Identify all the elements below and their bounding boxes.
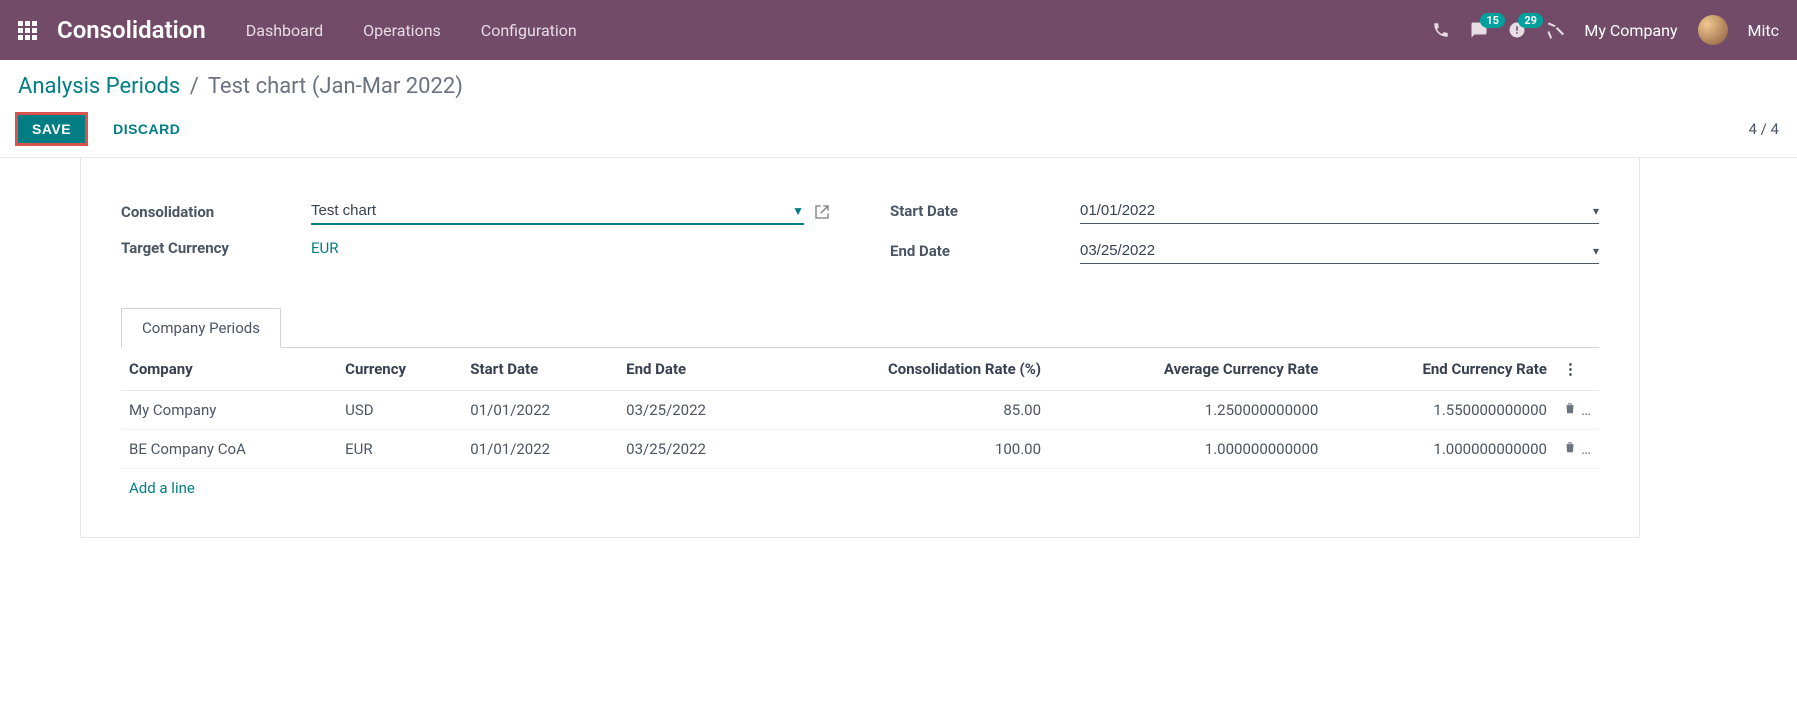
cell-end-date: 03/25/2022 [618,430,774,469]
chevron-down-icon[interactable]: ▾ [1593,244,1599,258]
table-row[interactable]: My CompanyUSD01/01/202203/25/202285.001.… [121,391,1599,430]
cell-avg-rate: 1.250000000000 [1049,391,1326,430]
company-selector[interactable]: My Company [1584,21,1677,40]
phone-icon[interactable] [1432,21,1450,39]
th-company[interactable]: Company [121,348,337,391]
cell-start-date: 01/01/2022 [462,391,618,430]
form-sheet: Consolidation ▼ Target Currency [80,158,1640,538]
start-date-input[interactable] [1080,202,1589,219]
more-icon[interactable]: … [1581,440,1591,458]
activities-icon[interactable]: 29 [1508,21,1526,39]
avatar[interactable] [1698,15,1728,45]
nav-configuration[interactable]: Configuration [481,21,577,40]
external-link-icon[interactable] [814,204,830,220]
cell-start-date: 01/01/2022 [462,430,618,469]
cell-end-rate: 1.000000000000 [1326,430,1555,469]
trash-icon[interactable] [1563,401,1577,419]
th-start-date[interactable]: Start Date [462,348,618,391]
nav-dashboard[interactable]: Dashboard [246,21,323,40]
cell-currency: EUR [337,430,462,469]
tools-icon[interactable] [1546,21,1564,39]
more-icon[interactable]: … [1581,401,1591,419]
control-bar: Analysis Periods / Test chart (Jan-Mar 2… [0,60,1797,143]
add-line-link[interactable]: Add a line [121,469,1599,507]
consolidation-input[interactable] [311,202,788,219]
breadcrumb: Analysis Periods / Test chart (Jan-Mar 2… [18,74,1779,99]
cell-avg-rate: 1.000000000000 [1049,430,1326,469]
discard-button[interactable]: DISCARD [99,115,194,143]
label-consolidation: Consolidation [121,203,311,221]
activities-badge: 29 [1518,13,1543,28]
end-date-input[interactable] [1080,242,1589,259]
save-button[interactable]: SAVE [18,115,85,143]
top-nav: Consolidation Dashboard Operations Confi… [0,0,1797,60]
app-brand[interactable]: Consolidation [57,16,206,44]
cell-company: BE Company CoA [121,430,337,469]
cell-end-rate: 1.550000000000 [1326,391,1555,430]
nav-operations[interactable]: Operations [363,21,441,40]
chevron-down-icon[interactable]: ▾ [1593,204,1599,218]
label-end-date: End Date [890,242,1080,260]
user-name[interactable]: Mitc [1748,21,1779,40]
th-currency[interactable]: Currency [337,348,462,391]
target-currency-link[interactable]: EUR [311,239,339,257]
tab-list: Company Periods [121,308,1599,348]
breadcrumb-current: Test chart (Jan-Mar 2022) [208,74,463,99]
cell-end-date: 03/25/2022 [618,391,774,430]
cell-currency: USD [337,391,462,430]
company-periods-table: Company Currency Start Date End Date Con… [121,348,1599,469]
th-end-rate[interactable]: End Currency Rate [1326,348,1555,391]
trash-icon[interactable] [1563,440,1577,458]
pager[interactable]: 4 / 4 [1749,120,1780,138]
messages-icon[interactable]: 15 [1470,21,1488,39]
breadcrumb-parent[interactable]: Analysis Periods [18,74,180,99]
nav-links: Dashboard Operations Configuration [246,21,577,40]
th-consolidation-rate[interactable]: Consolidation Rate (%) [774,348,1049,391]
breadcrumb-sep: / [190,74,199,99]
cell-consolidation-rate: 85.00 [774,391,1049,430]
chevron-down-icon[interactable]: ▼ [792,204,804,218]
label-start-date: Start Date [890,202,1080,220]
th-end-date[interactable]: End Date [618,348,774,391]
table-row[interactable]: BE Company CoAEUR01/01/202203/25/2022100… [121,430,1599,469]
apps-icon[interactable] [18,21,37,40]
tab-company-periods[interactable]: Company Periods [121,308,281,348]
th-avg-rate[interactable]: Average Currency Rate [1049,348,1326,391]
messages-badge: 15 [1480,13,1505,28]
columns-menu-icon[interactable]: ⋮ [1555,348,1599,391]
cell-company: My Company [121,391,337,430]
cell-consolidation-rate: 100.00 [774,430,1049,469]
label-target-currency: Target Currency [121,239,311,257]
